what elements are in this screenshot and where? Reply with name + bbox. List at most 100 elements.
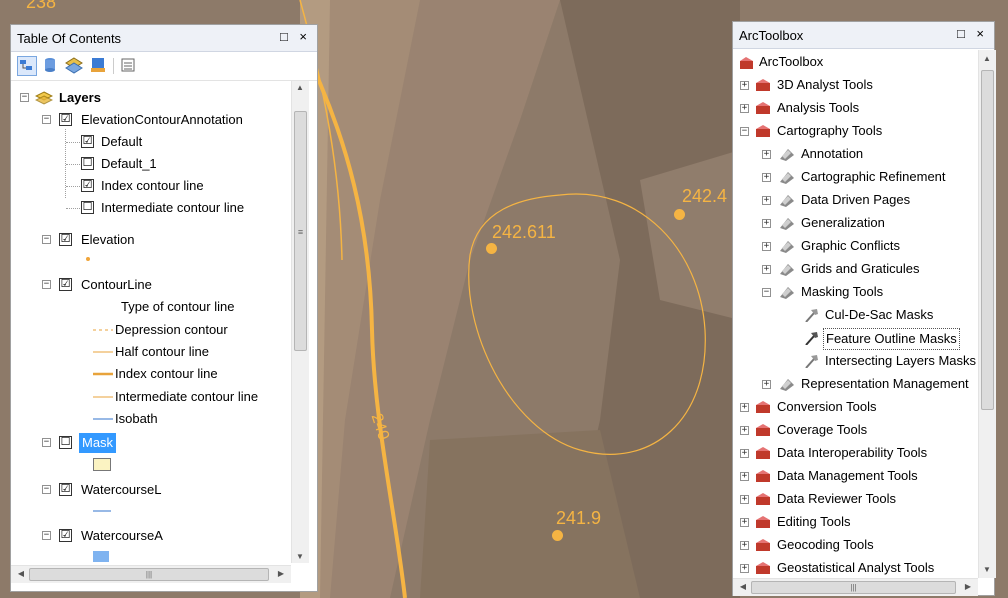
toc-toolbar <box>11 52 317 81</box>
collapse-icon[interactable]: − <box>42 115 51 124</box>
class-visibility-checkbox[interactable]: ☑ <box>81 135 94 148</box>
expand-icon[interactable]: + <box>740 564 749 573</box>
expand-icon[interactable]: + <box>762 173 771 182</box>
toolbox-icon <box>756 424 770 436</box>
collapse-icon[interactable]: − <box>762 288 771 297</box>
line-symbol <box>93 510 111 512</box>
class-label: Default <box>101 134 143 149</box>
toc-titlebar[interactable]: Table Of Contents □ × <box>11 25 317 52</box>
class-visibility-checkbox[interactable]: ☐ <box>81 201 94 214</box>
map-label-top: 238 <box>26 0 57 12</box>
expand-icon[interactable]: + <box>740 403 749 412</box>
toc-horizontal-scrollbar[interactable]: ◀ ||| ▶ <box>11 565 291 583</box>
list-by-selection-icon[interactable] <box>89 56 109 76</box>
toc-tree: − Layers − ☑ ElevationContourAnnotation … <box>11 81 289 563</box>
collapse-icon[interactable]: − <box>42 485 51 494</box>
options-icon[interactable] <box>119 56 139 76</box>
expand-icon[interactable]: + <box>762 196 771 205</box>
class-visibility-checkbox[interactable]: ☐ <box>81 157 94 170</box>
toolset-icon <box>780 241 794 253</box>
layer-visibility-checkbox[interactable]: ☑ <box>59 113 72 126</box>
layers-label: Layers <box>59 90 101 105</box>
scroll-right-arrow[interactable]: ▶ <box>960 582 976 591</box>
scroll-left-arrow[interactable]: ◀ <box>13 569 29 578</box>
expand-icon[interactable]: + <box>740 495 749 504</box>
toolbox-icon <box>756 125 770 137</box>
toolset-icon <box>780 264 794 276</box>
expand-icon[interactable]: + <box>740 81 749 90</box>
class-label: Default_1 <box>101 156 157 171</box>
scroll-thumb[interactable]: ≡ <box>294 111 307 351</box>
collapse-icon[interactable]: − <box>42 280 51 289</box>
toolbox-horizontal-scrollbar[interactable]: ◀ ||| ▶ <box>733 578 978 596</box>
toolbox-icon <box>756 79 770 91</box>
expand-icon[interactable]: + <box>740 472 749 481</box>
toolbox-titlebar[interactable]: ArcToolbox □ × <box>733 22 994 49</box>
layer-label: Elevation <box>81 232 135 247</box>
collapse-icon[interactable]: − <box>42 235 51 244</box>
list-by-drawing-order-icon[interactable] <box>17 56 37 76</box>
expand-icon[interactable]: + <box>740 104 749 113</box>
layer-visibility-checkbox[interactable]: ☐ <box>59 436 72 449</box>
layer-label: WatercourseL <box>81 482 162 497</box>
hammer-icon <box>805 355 818 368</box>
layer-visibility-checkbox[interactable]: ☑ <box>59 233 72 246</box>
hammer-icon <box>805 332 818 345</box>
collapse-icon[interactable]: − <box>42 531 51 540</box>
toc-vertical-scrollbar[interactable]: ▲ ≡ ▼ <box>291 81 309 563</box>
list-by-visibility-icon[interactable] <box>65 56 85 76</box>
scroll-thumb[interactable] <box>981 70 994 410</box>
toolbox-icon <box>756 470 770 482</box>
expand-icon[interactable]: + <box>762 150 771 159</box>
class-label: Index contour line <box>101 178 204 193</box>
scroll-left-arrow[interactable]: ◀ <box>735 582 751 591</box>
class-visibility-checkbox[interactable]: ☑ <box>81 179 94 192</box>
collapse-icon[interactable]: − <box>20 93 29 102</box>
toolbox-icon <box>756 493 770 505</box>
expand-icon[interactable]: + <box>740 449 749 458</box>
mask-symbol <box>93 458 111 471</box>
elevation-label: 241.9 <box>556 508 602 528</box>
elevation-point <box>674 209 685 220</box>
elevation-label: 242.4 <box>682 186 728 206</box>
toolset-icon <box>780 172 794 184</box>
elevation-point <box>486 243 497 254</box>
scroll-down-arrow[interactable]: ▼ <box>979 565 995 574</box>
collapse-icon[interactable]: − <box>42 438 51 447</box>
toc-title: Table Of Contents <box>17 31 122 46</box>
expand-icon[interactable]: + <box>762 219 771 228</box>
toolbox-icon <box>756 516 770 528</box>
scroll-up-arrow[interactable]: ▲ <box>979 54 995 63</box>
area-symbol <box>93 551 109 562</box>
expand-icon[interactable]: + <box>762 242 771 251</box>
scroll-up-arrow[interactable]: ▲ <box>292 83 308 92</box>
scroll-thumb[interactable]: ||| <box>29 568 269 581</box>
toolbox-vertical-scrollbar[interactable]: ▲ ▼ <box>978 50 996 578</box>
scroll-thumb[interactable]: ||| <box>751 581 956 594</box>
expand-icon[interactable]: + <box>762 380 771 389</box>
layer-label-selected: Mask <box>79 433 117 453</box>
scroll-down-arrow[interactable]: ▼ <box>292 552 308 561</box>
toc-window-controls[interactable]: □ × <box>280 29 311 44</box>
class-label: Intermediate contour line <box>101 200 245 215</box>
layer-visibility-checkbox[interactable]: ☑ <box>59 278 72 291</box>
expand-icon[interactable]: + <box>762 265 771 274</box>
expand-icon[interactable]: + <box>740 518 749 527</box>
toolbox-icon <box>756 102 770 114</box>
toolbox-window-controls[interactable]: □ × <box>957 26 988 41</box>
arctoolbox-icon <box>740 57 753 69</box>
hammer-icon <box>805 309 818 322</box>
layer-visibility-checkbox[interactable]: ☑ <box>59 529 72 542</box>
collapse-icon[interactable]: − <box>740 127 749 136</box>
toolbox-icon <box>756 447 770 459</box>
layer-label: ElevationContourAnnotation <box>81 112 243 127</box>
toolset-icon <box>780 218 794 230</box>
expand-icon[interactable]: + <box>740 541 749 550</box>
elevation-point <box>552 530 563 541</box>
toolbox-icon <box>756 539 770 551</box>
expand-icon[interactable]: + <box>740 426 749 435</box>
arctoolbox-panel: ArcToolbox □ × ArcToolbox + 3D Analyst T… <box>732 21 996 596</box>
scroll-right-arrow[interactable]: ▶ <box>273 569 289 578</box>
layer-visibility-checkbox[interactable]: ☑ <box>59 483 72 496</box>
list-by-source-icon[interactable] <box>41 56 61 76</box>
